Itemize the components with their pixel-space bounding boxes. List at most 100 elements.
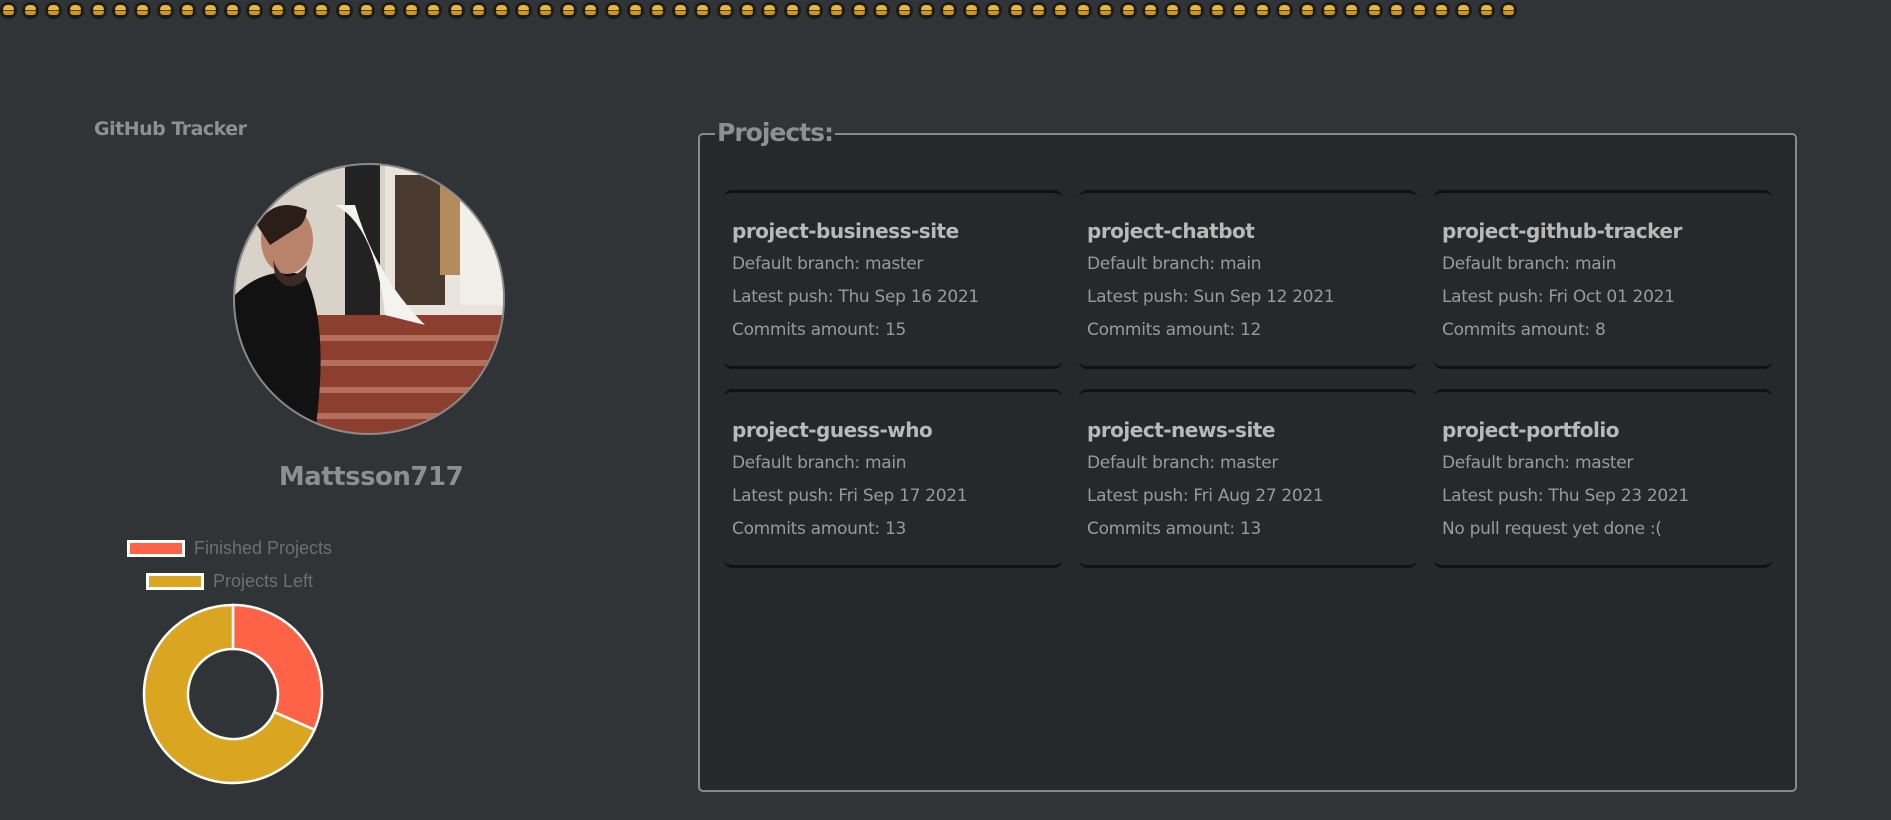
project-branch: Default branch: master [732,254,924,274]
burger-icon [425,2,443,19]
avatar[interactable] [233,163,505,435]
burger-icon [1343,2,1361,19]
project-branch: Default branch: main [1442,254,1617,274]
burger-icon [1231,2,1249,19]
burger-icon [1500,2,1518,19]
project-commits: Commits amount: 13 [1087,519,1261,539]
project-commits: No pull request yet done :( [1442,519,1662,539]
burger-icon [1029,2,1047,19]
burger-icon [537,2,555,19]
burger-border [0,2,1891,22]
burger-icon [649,2,667,19]
app-title: GitHub Tracker [94,118,247,140]
project-latest-push: Latest push: Thu Sep 23 2021 [1442,486,1689,506]
burger-icon [559,2,577,19]
burger-icon [1388,2,1406,19]
burger-icon [1209,2,1227,19]
project-name: project-github-tracker [1442,219,1682,243]
burger-icon [1433,2,1450,19]
burger-icon [358,2,376,19]
burger-icon [447,2,465,19]
burger-icon [313,2,331,19]
burger-icon [268,2,286,19]
burger-icon [134,2,152,19]
burger-icon [1186,2,1204,19]
legend-left[interactable]: Projects Left [146,571,313,592]
burger-icon [291,2,309,19]
burger-icon [1321,2,1339,19]
burger-icon [1253,2,1271,19]
burger-icon [246,2,264,19]
burger-icon [806,2,824,19]
project-name: project-news-site [1087,418,1275,442]
project-name: project-guess-who [732,418,933,442]
burger-icon [156,2,174,19]
burger-icon [1141,2,1159,19]
user-photo-icon [235,165,503,433]
project-latest-push: Latest push: Fri Sep 17 2021 [732,486,968,506]
project-branch: Default branch: master [1087,453,1279,473]
project-commits: Commits amount: 8 [1442,320,1606,340]
project-branch: Default branch: main [732,453,907,473]
burger-icon [1455,2,1473,19]
project-card[interactable]: project-business-site Default branch: ma… [724,190,1062,369]
burger-icon [604,2,622,19]
project-card[interactable]: project-portfolio Default branch: master… [1434,389,1772,568]
burger-icon [470,2,488,19]
project-commits: Commits amount: 13 [732,519,906,539]
project-name: project-chatbot [1087,219,1255,243]
project-name: project-business-site [732,219,959,243]
burger-icon [492,2,510,19]
burger-icon [940,2,958,19]
legend-label-finished: Finished Projects [194,538,333,558]
burger-icon [1007,2,1025,19]
burger-icon [1119,2,1137,19]
project-branch: Default branch: main [1087,254,1262,274]
burger-icon [716,2,734,19]
legend-label-left: Projects Left [213,571,314,591]
burger-icon [1298,2,1316,19]
project-card[interactable]: project-guess-who Default branch: main L… [724,389,1062,568]
burger-icon [1052,2,1070,19]
burger-icon [1276,2,1294,19]
project-latest-push: Latest push: Thu Sep 16 2021 [732,287,979,307]
burger-icon [850,2,868,19]
burger-icon [0,2,17,19]
burger-icon [223,2,241,19]
burger-icon [918,2,936,19]
burger-icon [895,2,913,19]
project-branch: Default branch: master [1442,453,1634,473]
burger-icon [962,2,980,19]
burger-icon [1074,2,1092,19]
username: Mattsson717 [278,462,464,492]
project-latest-push: Latest push: Fri Aug 27 2021 [1087,486,1324,506]
project-card[interactable]: project-chatbot Default branch: main Lat… [1079,190,1417,369]
burger-icon [22,2,40,19]
burger-icon [1365,2,1383,19]
projects-donut-chart [142,603,324,785]
burger-icon [738,2,756,19]
burger-icon [111,2,129,19]
project-card[interactable]: project-github-tracker Default branch: m… [1434,190,1772,369]
burger-icon [873,2,891,19]
project-card[interactable]: project-news-site Default branch: master… [1079,389,1417,568]
burger-icon [694,2,712,19]
project-latest-push: Latest push: Fri Oct 01 2021 [1442,287,1675,307]
burger-icon [89,2,107,19]
project-name: project-portfolio [1442,418,1619,442]
legend-swatch-left [146,573,204,590]
burger-icon [1164,2,1182,19]
burger-icon [1097,2,1115,19]
legend-finished[interactable]: Finished Projects [127,538,332,559]
burger-icon [201,2,219,19]
burger-icon [761,2,779,19]
burger-icon [335,2,353,19]
burger-icon [67,2,85,19]
burger-icon [403,2,421,19]
donut-slice-finished[interactable] [231,603,324,732]
legend-swatch-finished [127,540,185,557]
project-latest-push: Latest push: Sun Sep 12 2021 [1087,287,1335,307]
burger-icon [985,2,1003,19]
burger-icon [179,2,197,19]
burger-icon [828,2,846,19]
